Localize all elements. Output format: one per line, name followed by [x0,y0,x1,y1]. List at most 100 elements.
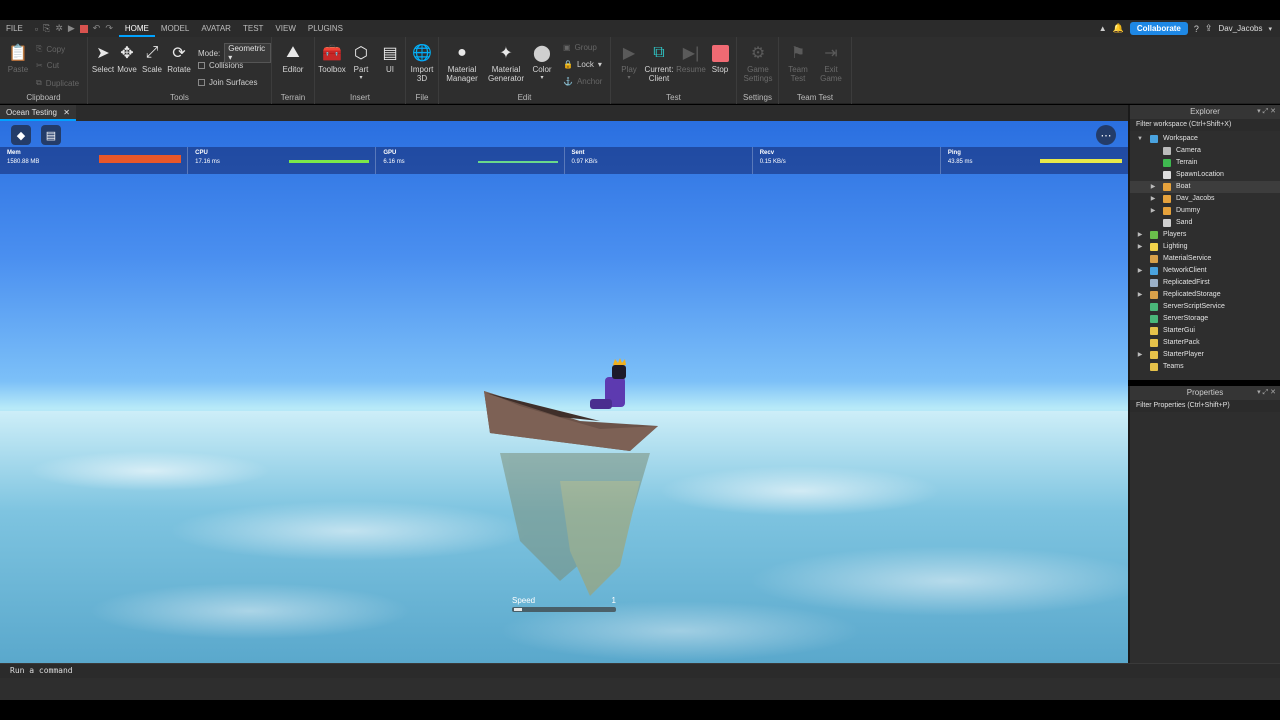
collapsed-arrow-icon[interactable]: ▶ [1136,265,1144,277]
collapsed-arrow-icon[interactable]: ▶ [1149,205,1157,217]
material-generator-button[interactable]: ✦ Material Generator [487,43,525,83]
toolbox-button[interactable]: 🧰 Toolbox [317,43,347,74]
terrain-editor-button[interactable]: ⛰ Editor [278,43,308,74]
play-quick-icon[interactable]: ▶ [68,23,75,34]
stop-button[interactable]: Stop [705,43,735,74]
explorer-item-dummy[interactable]: ▶ Dummy [1130,205,1280,217]
explorer-filter-input[interactable]: Filter workspace (Ctrl+Shift+X) [1130,119,1280,131]
collapsed-arrow-icon[interactable]: ▶ [1136,289,1144,301]
explorer-item-starterplayer[interactable]: ▶ StarterPlayer [1130,349,1280,361]
tab-home[interactable]: HOME [118,20,155,37]
anchor-button[interactable]: ⚓ Anchor [563,77,602,86]
collapsed-arrow-icon[interactable]: ▶ [1136,241,1144,253]
expanded-arrow-icon[interactable]: ▼ [1136,133,1144,145]
game-viewport[interactable]: Mem 1580.88 MB CPU 17.16 ms GPU 6.16 ms … [0,121,1128,663]
explorer-item-label: Dav_Jacobs [1176,195,1215,202]
collaborate-button[interactable]: Collaborate [1129,22,1188,35]
edit-label: Edit [517,93,532,102]
explorer-item-serverscriptservice[interactable]: ServerScriptService [1130,301,1280,313]
explorer-item-sand[interactable]: Sand [1130,217,1280,229]
game-settings-button[interactable]: ⚙ Game Settings [743,43,773,83]
explorer-item-networkclient[interactable]: ▶ NetworkClient [1130,265,1280,277]
explorer-item-replicatedstorage[interactable]: ▶ ReplicatedStorage [1130,289,1280,301]
tab-plugins[interactable]: PLUGINS [302,20,349,37]
explorer-item-dav_jacobs[interactable]: ▶ Dav_Jacobs [1130,193,1280,205]
user-name[interactable]: Dav_Jacobs [1218,24,1262,33]
explorer-window-controls[interactable]: ▾ ⤢ ✕ [1257,105,1276,119]
collapsed-arrow-icon[interactable]: ▶ [1136,229,1144,241]
explorer-item-terrain[interactable]: Terrain [1130,157,1280,169]
lock-button[interactable]: 🔒 Lock ▾ [563,60,602,69]
explorer-item-teams[interactable]: Teams [1130,361,1280,373]
notification-icon[interactable]: 🔔 [1113,23,1124,34]
part-button[interactable]: ⬡ Part ▾ [346,43,376,81]
explorer-item-serverstorage[interactable]: ServerStorage [1130,313,1280,325]
explorer-item-camera[interactable]: Camera [1130,145,1280,157]
lock-dropdown-chevron-icon[interactable]: ▾ [598,60,602,69]
test-group: ▶ Play ▾ ⧉ Current: Client ▶| Resume Stop… [611,37,737,104]
settings-icon[interactable]: ✲ [55,23,63,34]
collapsed-arrow-icon[interactable]: ▶ [1149,181,1157,193]
command-bar[interactable]: Run a command [0,663,1280,678]
material-manager-button[interactable]: ● Material Manager [443,43,481,83]
stop-quick-icon[interactable] [79,24,88,33]
close-tab-icon[interactable]: ✕ [63,108,70,117]
explorer-item-boat[interactable]: ▶ Boat [1130,181,1280,193]
exit-game-button[interactable]: ⇥ Exit Game [816,43,846,83]
ui-button[interactable]: ▤ UI [375,43,405,74]
cut-button[interactable]: ✂ Cut [36,61,59,70]
collisions-toggle[interactable]: Collisions [198,61,243,70]
tab-avatar[interactable]: AVATAR [195,20,237,37]
duplicate-button[interactable]: ⧉ Duplicate [36,78,79,88]
group-button[interactable]: ▣ Group [563,43,597,52]
undo-icon[interactable]: ↶ [93,23,101,34]
explorer-item-players[interactable]: ▶ Players [1130,229,1280,241]
mode-dropdown[interactable]: Geometric ▾ [224,43,271,63]
more-options-icon[interactable]: ⋯ [1096,125,1116,145]
current-client-button[interactable]: ⧉ Current: Client [642,43,676,83]
explorer-item-startergui[interactable]: StarterGui [1130,325,1280,337]
publish-icon[interactable]: ⎘ [43,23,50,34]
color-dropdown-chevron-icon[interactable]: ▾ [527,74,557,81]
explorer-item-label: Terrain [1176,159,1198,166]
explorer-item-spawnlocation[interactable]: SpawnLocation [1130,169,1280,181]
explorer-item-replicatedfirst[interactable]: ReplicatedFirst [1130,277,1280,289]
command-input[interactable]: Run a command [10,666,73,675]
explorer-item-label: ReplicatedStorage [1163,291,1221,298]
explorer-item-materialservice[interactable]: MaterialService [1130,253,1280,265]
tab-view[interactable]: VIEW [269,20,301,37]
document-tab[interactable]: Ocean Testing ✕ [0,105,76,121]
color-button[interactable]: ⬤ Color ▾ [527,43,557,81]
copy-button[interactable]: ⎘ Copy [36,44,65,54]
join-surfaces-checkbox[interactable] [198,79,205,86]
roblox-menu-icon[interactable]: ◆ [11,125,31,145]
explorer-item-lighting[interactable]: ▶ Lighting [1130,241,1280,253]
tab-model[interactable]: MODEL [155,20,195,37]
chat-icon[interactable]: ▤ [41,125,61,145]
part-dropdown-chevron-icon[interactable]: ▾ [346,74,376,81]
properties-filter-input[interactable]: Filter Properties (Ctrl+Shift+P) [1130,400,1280,412]
redo-icon[interactable]: ↷ [105,23,113,34]
team-test-button[interactable]: ⚑ Team Test [783,43,813,83]
play-button[interactable]: ▶ Play ▾ [614,43,644,81]
collisions-checkbox[interactable] [198,62,205,69]
collapsed-arrow-icon[interactable]: ▶ [1136,349,1144,361]
collapsed-arrow-icon[interactable]: ▶ [1149,193,1157,205]
join-surfaces-toggle[interactable]: Join Surfaces [198,78,257,87]
properties-window-controls[interactable]: ▾ ⤢ ✕ [1257,386,1276,400]
user-menu-chevron-icon[interactable]: ▾ [1268,25,1272,33]
new-file-icon[interactable]: ▫ [35,24,38,34]
collapse-ribbon-icon[interactable]: ▲ [1099,24,1107,33]
share-icon[interactable]: ⇪ [1205,23,1213,34]
rotate-button[interactable]: ⟳ Rotate [164,43,194,74]
scale-button[interactable]: ⤢ Scale [137,43,167,74]
resume-button[interactable]: ▶| Resume [676,43,706,74]
explorer-item-workspace[interactable]: ▼ Workspace [1130,133,1280,145]
tab-test[interactable]: TEST [237,20,269,37]
explorer-item-starterpack[interactable]: StarterPack [1130,337,1280,349]
import-3d-button[interactable]: 🌐 Import 3D [407,43,437,83]
play-dropdown-chevron-icon[interactable]: ▾ [614,74,644,81]
paste-button[interactable]: 📋 Paste [3,43,33,74]
file-menu[interactable]: FILE [0,20,29,37]
help-icon[interactable]: ? [1194,24,1199,34]
